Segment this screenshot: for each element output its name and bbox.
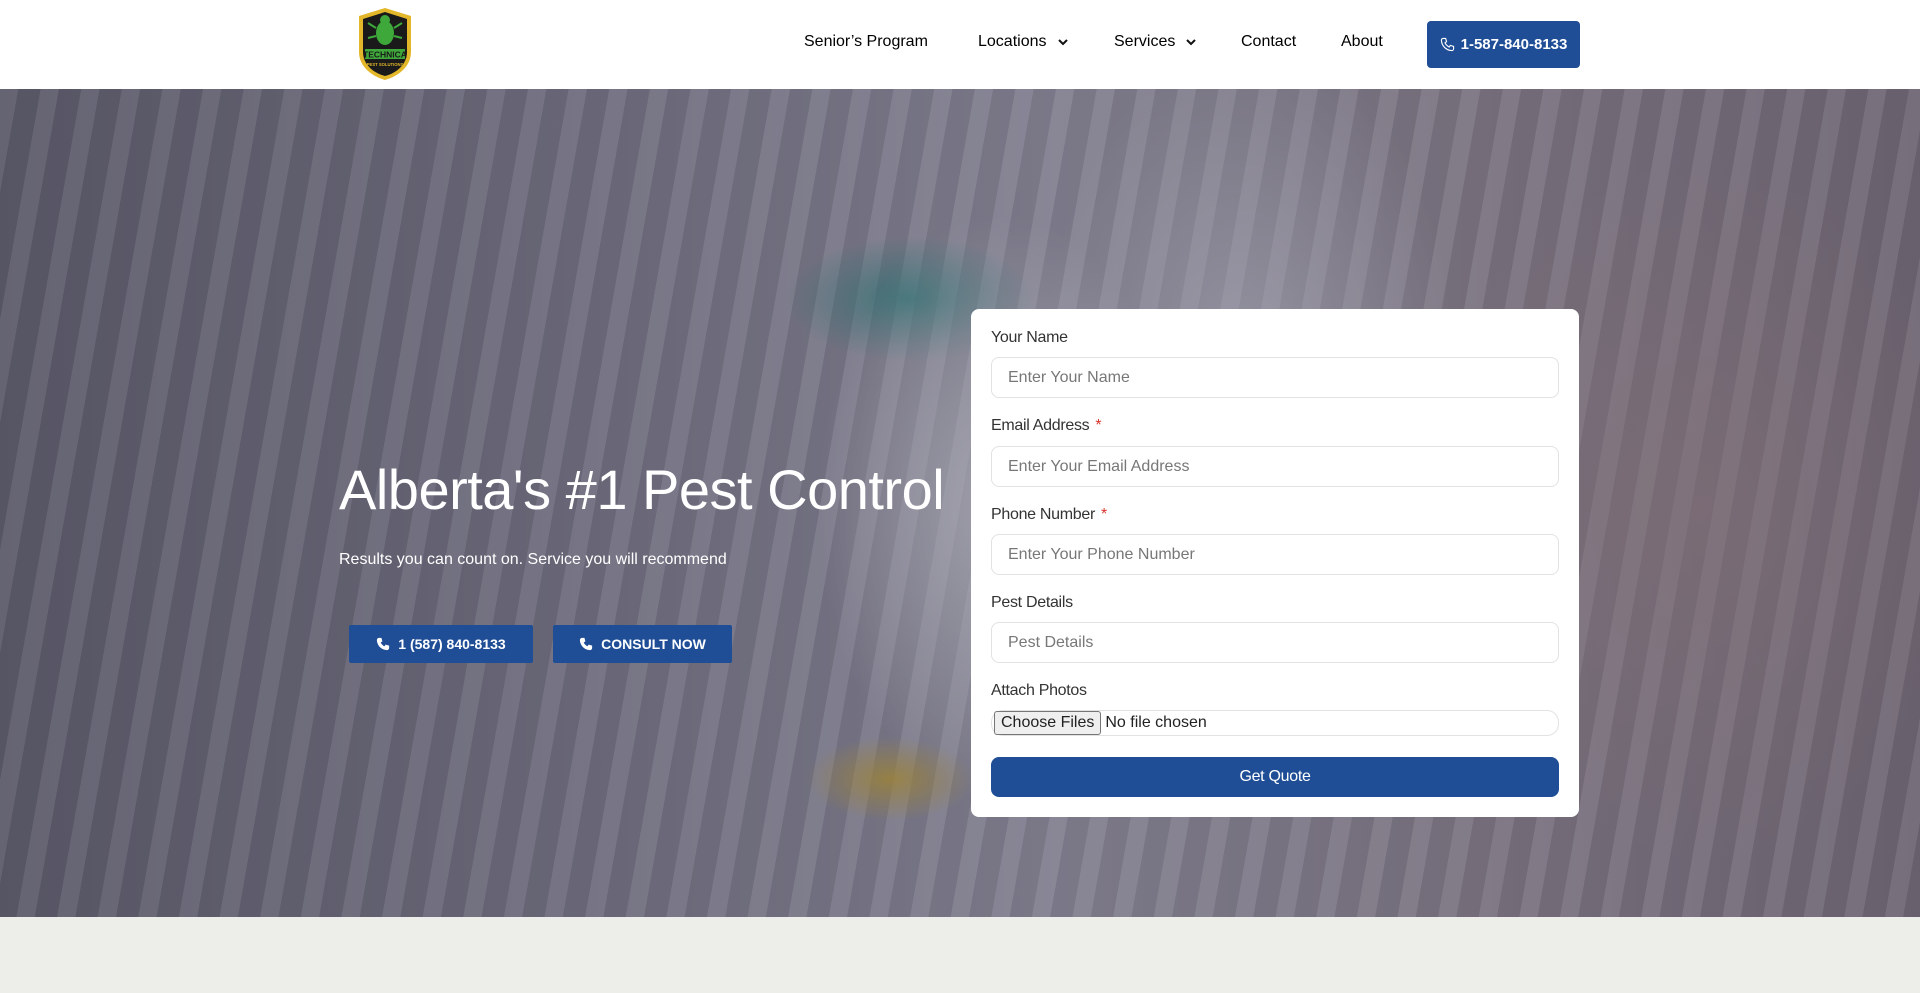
- header-phone-button[interactable]: 1-587-840-8133: [1427, 21, 1580, 68]
- file-status: No file chosen: [1105, 714, 1207, 731]
- hero-section: Alberta's #1 Pest Control Results you ca…: [0, 89, 1920, 917]
- nav-label: Senior’s Program: [804, 33, 928, 50]
- pest-details-label: Pest Details: [991, 594, 1073, 611]
- site-header: TECHNICA PEST SOLUTIONS Senior’s Program…: [0, 0, 1920, 89]
- chevron-down-icon: [1186, 39, 1197, 46]
- chevron-down-icon: [1057, 39, 1068, 46]
- nav-contact[interactable]: Contact: [1241, 33, 1296, 51]
- hero-title: Alberta's #1 Pest Control: [339, 458, 945, 521]
- phone-label: Phone Number *: [991, 506, 1107, 523]
- get-quote-button[interactable]: Get Quote: [991, 757, 1559, 797]
- pest-details-input[interactable]: [991, 622, 1559, 663]
- nav-seniors-program[interactable]: Senior’s Program: [804, 33, 928, 51]
- call-button-label: 1 (587) 840-8133: [398, 636, 506, 652]
- attach-photos-label: Attach Photos: [991, 682, 1087, 699]
- attach-photos-field[interactable]: Choose Files No file chosen: [991, 710, 1559, 736]
- nav-label: Locations: [978, 33, 1047, 50]
- nav-label: About: [1341, 33, 1383, 50]
- call-button[interactable]: 1 (587) 840-8133: [349, 625, 533, 663]
- nav-services[interactable]: Services: [1114, 33, 1197, 51]
- phone-icon: [1440, 37, 1454, 52]
- logo-subtext: PEST SOLUTIONS: [367, 62, 404, 67]
- nav-label: Contact: [1241, 33, 1297, 50]
- consult-now-button[interactable]: CONSULT NOW: [553, 625, 732, 663]
- email-input[interactable]: [991, 446, 1559, 487]
- email-label: Email Address *: [991, 417, 1102, 434]
- nav-label: Services: [1114, 33, 1176, 50]
- nav-locations[interactable]: Locations: [978, 33, 1069, 51]
- choose-files-button[interactable]: Choose Files: [994, 711, 1102, 735]
- phone-button-label: 1-587-840-8133: [1460, 36, 1568, 53]
- required-mark: *: [1095, 417, 1102, 434]
- required-mark: *: [1101, 506, 1107, 523]
- hero-subtitle: Results you can count on. Service you wi…: [339, 551, 727, 568]
- name-input[interactable]: [991, 357, 1559, 398]
- phone-icon: [580, 637, 593, 651]
- phone-input[interactable]: [991, 534, 1559, 575]
- technica-logo[interactable]: TECHNICA PEST SOLUTIONS: [355, 6, 415, 82]
- phone-icon: [377, 637, 390, 651]
- nav-about[interactable]: About: [1341, 33, 1383, 51]
- name-label: Your Name: [991, 329, 1068, 346]
- consult-now-label: CONSULT NOW: [601, 636, 706, 652]
- quote-form: Your Name Email Address* Phone Number* P…: [971, 309, 1579, 817]
- logo-text: TECHNICA: [363, 50, 407, 60]
